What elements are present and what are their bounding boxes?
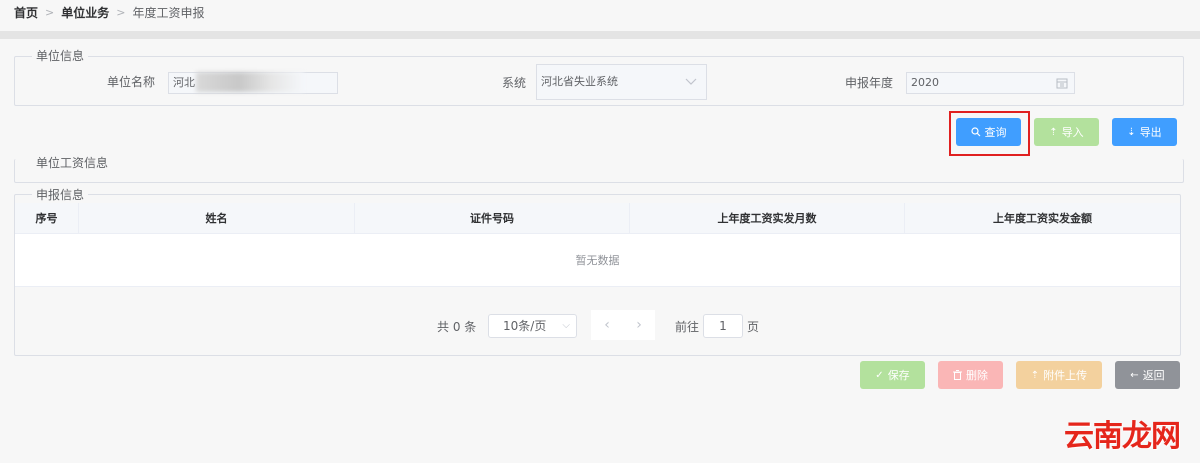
system-label: 系统 [502,76,527,90]
system-select[interactable]: 河北省失业系统 [536,64,707,100]
column-header: 姓名 [79,203,355,233]
page-suffix-label: 页 [747,319,760,334]
upload-attachment-button[interactable]: ⇡ 附件上传 [1016,361,1102,389]
breadcrumb-separator: > [45,5,55,19]
calendar-icon [1056,78,1068,89]
delete-button-label: 删除 [966,369,988,382]
back-button-label: 返回 [1142,369,1165,382]
delete-button[interactable]: 删除 [938,361,1003,389]
column-header: 证件号码 [355,203,630,233]
download-icon: ⇣ [1127,126,1136,138]
declare-table: 序号 姓名 证件号码 上年度工资实发月数 上年度工资实发金额 暂无数据 [15,203,1180,287]
unit-info-legend: 单位信息 [32,49,89,63]
chevron-right-icon: › [636,317,642,333]
pagination-total: 共 0 条 [437,319,477,334]
back-button[interactable]: ← 返回 [1115,361,1180,389]
export-button-label: 导出 [1139,126,1162,139]
page-number-input[interactable]: 1 [703,314,743,338]
query-button[interactable]: 查询 [956,118,1021,146]
breadcrumb-home[interactable]: 首页 [14,4,38,21]
column-header: 序号 [15,203,79,233]
wage-info-section [14,159,1184,183]
unit-name-label: 单位名称 [107,75,156,89]
breadcrumb: 首页 > 单位业务 > 年度工资申报 [14,3,204,21]
trash-icon [953,370,962,380]
breadcrumb-parent[interactable]: 单位业务 [61,4,109,21]
upload-icon: ⇡ [1049,126,1058,138]
chevron-down-icon [685,78,697,85]
unit-name-value: 河北 [173,76,195,89]
declare-info-legend: 申报信息 [32,188,89,202]
system-value: 河北省失业系统 [541,75,618,88]
chevron-left-icon: ‹ [604,317,610,333]
search-icon [970,127,980,137]
declare-year-label: 申报年度 [845,76,894,90]
upload-icon: ⇡ [1030,369,1040,381]
save-button-label: 保存 [887,369,910,382]
column-header: 上年度工资实发月数 [630,203,905,233]
save-button[interactable]: ✓ 保存 [860,361,925,389]
goto-label: 前往 [675,319,700,334]
breadcrumb-separator: > [116,5,126,19]
empty-state: 暂无数据 [15,234,1180,287]
query-button-label: 查询 [984,126,1007,139]
breadcrumb-current: 年度工资申报 [132,5,205,20]
upload-attachment-label: 附件上传 [1043,369,1088,382]
chevron-down-icon: ⌵ [562,320,570,331]
next-page-button[interactable]: › [623,310,655,340]
declare-year-field[interactable]: 2020 [906,72,1075,94]
import-button[interactable]: ⇡ 导入 [1034,118,1099,146]
page-size-value: 10条/页 [503,319,547,333]
prev-page-button[interactable]: ‹ [591,310,623,340]
declare-year-value: 2020 [911,76,939,89]
arrow-left-icon: ← [1130,369,1139,381]
column-header: 上年度工资实发金额 [993,212,1092,225]
export-button[interactable]: ⇣ 导出 [1112,118,1177,146]
table-header: 序号 姓名 证件号码 上年度工资实发月数 上年度工资实发金额 [15,203,1180,234]
redacted-blur [196,72,304,92]
wage-info-legend: 单位工资信息 [32,156,113,170]
import-button-label: 导入 [1061,126,1084,139]
header-divider [0,31,1200,39]
check-icon: ✓ [875,369,884,381]
watermark-logo: 云南龙网 [1064,419,1181,454]
page-size-select[interactable]: 10条/页 ⌵ [488,314,577,338]
